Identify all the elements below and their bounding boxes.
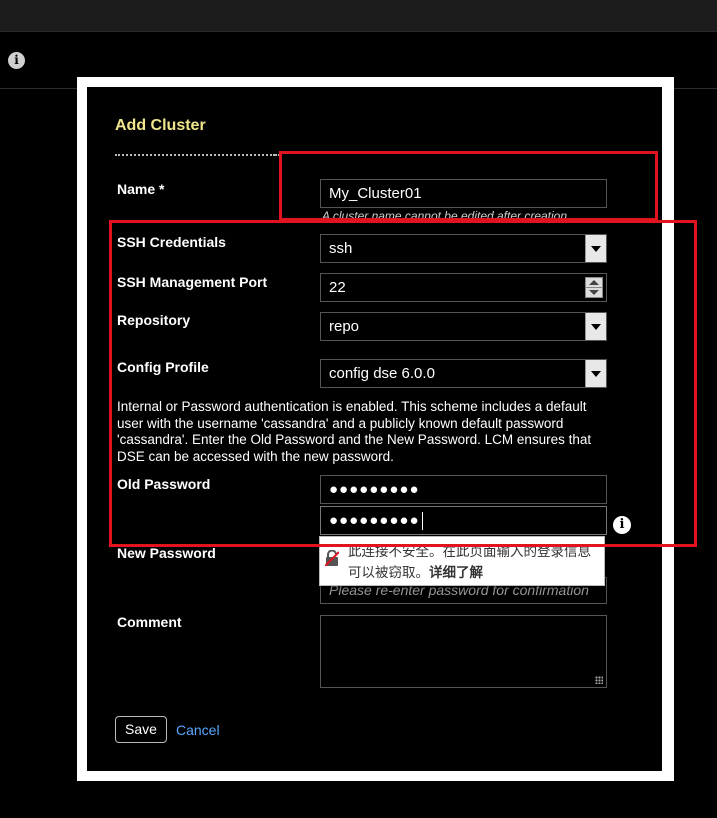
dialog-title: Add Cluster: [115, 117, 206, 134]
name-label: Name *: [117, 181, 165, 197]
save-button[interactable]: Save: [115, 716, 167, 743]
info-icon[interactable]: i: [8, 52, 25, 69]
comment-label: Comment: [117, 614, 182, 630]
warning-message: 此连接不安全。在此页面输入的登录信息可以被窃取。详细了解: [348, 541, 598, 583]
highlight-box-name: [279, 151, 658, 221]
learn-more-link[interactable]: 详细了解: [429, 565, 483, 580]
top-toolbar: [0, 0, 717, 32]
cancel-link[interactable]: Cancel: [176, 722, 220, 738]
new-password-label: New Password: [117, 545, 216, 561]
resize-grip-icon[interactable]: [595, 676, 603, 684]
title-divider: [115, 154, 275, 156]
highlight-box-settings: [109, 220, 697, 547]
broken-lock-icon: [325, 550, 339, 566]
comment-textarea[interactable]: [320, 615, 607, 688]
